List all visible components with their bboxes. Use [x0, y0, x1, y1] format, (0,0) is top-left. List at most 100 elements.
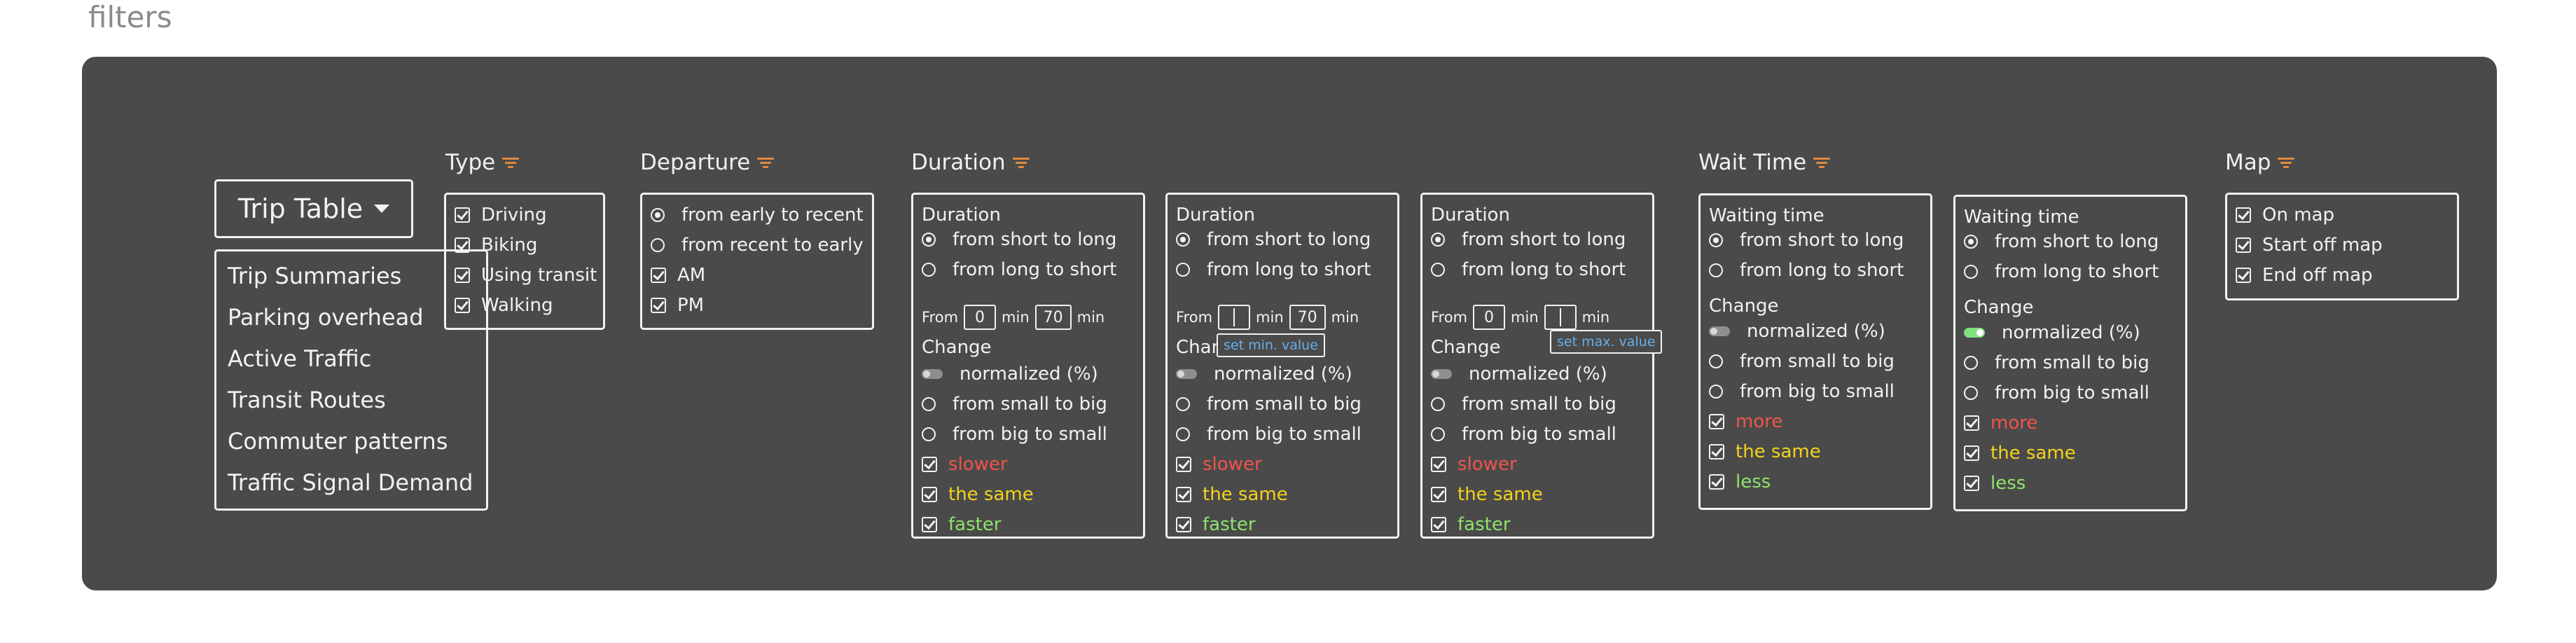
max-input[interactable]: 70 [1034, 305, 1072, 330]
change-more[interactable]: more [1709, 409, 1782, 434]
sort-small-to-big[interactable]: from small to big [1964, 350, 2149, 375]
radio[interactable] [922, 263, 936, 277]
type-option-biking[interactable]: Biking [455, 233, 537, 258]
departure-sort-early[interactable]: from early to recent [651, 202, 864, 228]
menu-item-active-traffic[interactable]: Active Traffic [228, 345, 371, 372]
min-input[interactable]: 0 [964, 305, 997, 330]
max-input[interactable] [1544, 305, 1577, 330]
radio[interactable] [922, 397, 936, 411]
checkbox[interactable] [1709, 444, 1724, 459]
radio[interactable] [1176, 263, 1190, 277]
checkbox[interactable] [1431, 487, 1446, 502]
sort-long-to-short[interactable]: from long to short [1964, 259, 2159, 284]
sort-big-to-small[interactable]: from big to small [1431, 422, 1616, 447]
type-option-driving[interactable]: Driving [455, 202, 547, 228]
normalized-toggle[interactable]: normalized (%) [1964, 320, 2140, 345]
toggle-switch[interactable] [1964, 328, 1985, 338]
radio[interactable] [1431, 263, 1445, 277]
change-same[interactable]: the same [1709, 439, 1821, 464]
radio[interactable] [1709, 233, 1723, 247]
sort-long-to-short[interactable]: from long to short [922, 257, 1116, 282]
radio[interactable] [1709, 263, 1723, 277]
departure-am[interactable]: AM [651, 263, 705, 288]
checkbox[interactable] [1709, 474, 1724, 490]
sort-short-to-long[interactable]: from short to long [922, 227, 1116, 252]
checkbox[interactable] [1431, 457, 1446, 472]
map-option-on-map[interactable]: On map [2236, 202, 2334, 228]
filter-icon[interactable] [757, 158, 775, 168]
toggle-switch[interactable] [1431, 369, 1452, 379]
change-faster[interactable]: faster [922, 512, 1002, 537]
menu-item-parking-overhead[interactable]: Parking overhead [228, 304, 424, 331]
normalized-toggle[interactable]: normalized (%) [1709, 319, 1885, 344]
toggle-switch[interactable] [1709, 326, 1730, 336]
checkbox[interactable] [1964, 415, 1979, 431]
normalized-toggle[interactable]: normalized (%) [1176, 361, 1352, 387]
type-option-walking[interactable]: Walking [455, 293, 553, 318]
radio[interactable] [1709, 385, 1723, 399]
radio[interactable] [1964, 265, 1978, 279]
change-slower[interactable]: slower [1176, 452, 1262, 477]
radio[interactable] [651, 238, 665, 252]
change-less[interactable]: less [1964, 471, 2026, 496]
sort-small-to-big[interactable]: from small to big [1431, 392, 1616, 417]
menu-item-transit-routes[interactable]: Transit Routes [228, 387, 386, 413]
min-input[interactable] [1218, 305, 1251, 330]
checkbox[interactable] [2236, 237, 2251, 253]
sort-small-to-big[interactable]: from small to big [1176, 392, 1362, 417]
sort-short-to-long[interactable]: from short to long [1431, 227, 1626, 252]
sort-big-to-small[interactable]: from big to small [1176, 422, 1362, 447]
sort-short-to-long[interactable]: from short to long [1964, 229, 2159, 254]
radio[interactable] [1431, 427, 1445, 441]
change-same[interactable]: the same [1431, 482, 1543, 507]
map-option-end-off-map[interactable]: End off map [2236, 263, 2373, 288]
change-same[interactable]: the same [1964, 441, 2076, 466]
departure-pm[interactable]: PM [651, 293, 704, 318]
normalized-toggle[interactable]: normalized (%) [1431, 361, 1607, 387]
menu-item-commuter-patterns[interactable]: Commuter patterns [228, 428, 448, 455]
sort-short-to-long[interactable]: from short to long [1709, 228, 1904, 253]
map-option-start-off-map[interactable]: Start off map [2236, 233, 2383, 258]
sort-small-to-big[interactable]: from small to big [922, 392, 1107, 417]
sort-long-to-short[interactable]: from long to short [1709, 258, 1904, 283]
checkbox[interactable] [1176, 517, 1191, 532]
checkbox[interactable] [922, 457, 937, 472]
sort-long-to-short[interactable]: from long to short [1176, 257, 1371, 282]
checkbox[interactable] [1964, 445, 1979, 461]
normalized-toggle[interactable]: normalized (%) [922, 361, 1098, 387]
filter-icon[interactable] [2278, 158, 2295, 168]
max-input[interactable]: 70 [1289, 305, 1326, 330]
checkbox[interactable] [1176, 457, 1191, 472]
filter-icon[interactable] [502, 158, 520, 168]
radio[interactable] [1431, 397, 1445, 411]
sort-big-to-small[interactable]: from big to small [922, 422, 1107, 447]
radio[interactable] [1709, 354, 1723, 368]
menu-item-trip-summaries[interactable]: Trip Summaries [228, 263, 401, 289]
radio[interactable] [651, 208, 665, 222]
sort-small-to-big[interactable]: from small to big [1709, 349, 1895, 374]
checkbox[interactable] [922, 487, 937, 502]
checkbox[interactable] [2236, 268, 2251, 283]
sort-long-to-short[interactable]: from long to short [1431, 257, 1626, 282]
sort-big-to-small[interactable]: from big to small [1964, 380, 2149, 406]
change-more[interactable]: more [1964, 410, 2037, 436]
change-faster[interactable]: faster [1431, 512, 1511, 537]
radio[interactable] [1176, 397, 1190, 411]
checkbox[interactable] [651, 268, 666, 283]
type-option-transit[interactable]: Using transit [455, 263, 597, 288]
sort-big-to-small[interactable]: from big to small [1709, 379, 1895, 404]
checkbox[interactable] [455, 268, 470, 283]
radio[interactable] [1176, 233, 1190, 247]
radio[interactable] [922, 233, 936, 247]
menu-item-traffic-signal-demand[interactable]: Traffic Signal Demand [228, 469, 473, 496]
checkbox[interactable] [455, 207, 470, 223]
min-input[interactable]: 0 [1473, 305, 1506, 330]
checkbox[interactable] [1709, 414, 1724, 429]
change-less[interactable]: less [1709, 469, 1771, 495]
radio[interactable] [1431, 233, 1445, 247]
change-slower[interactable]: slower [922, 452, 1008, 477]
sort-short-to-long[interactable]: from short to long [1176, 227, 1371, 252]
radio[interactable] [1964, 235, 1978, 249]
checkbox[interactable] [2236, 207, 2251, 223]
filter-icon[interactable] [1813, 158, 1831, 168]
